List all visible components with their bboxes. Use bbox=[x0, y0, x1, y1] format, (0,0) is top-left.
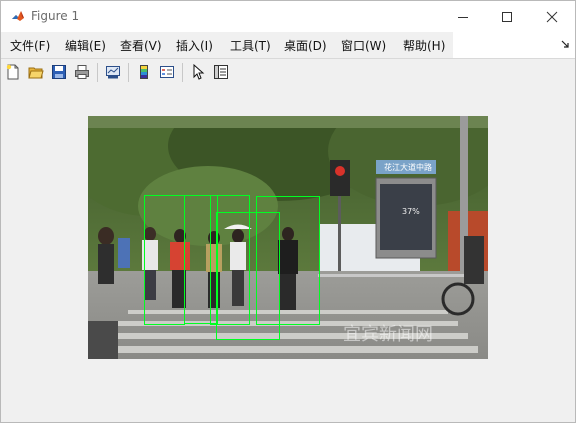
property-inspector-button[interactable] bbox=[212, 63, 230, 81]
open-file-button[interactable] bbox=[27, 63, 45, 81]
detection-box bbox=[144, 195, 185, 325]
insert-legend-button[interactable] bbox=[158, 63, 176, 81]
figure-toolbar bbox=[1, 58, 575, 87]
matlab-logo-icon bbox=[11, 9, 25, 23]
menu-help[interactable]: 帮助(H) bbox=[403, 37, 445, 54]
menu-bar: 文件(F) 编辑(E) 查看(V) 插入(I) 工具(T) 桌面(D) 窗口(W… bbox=[1, 32, 575, 58]
edit-plot-button[interactable] bbox=[189, 63, 207, 81]
insert-colorbar-icon bbox=[140, 65, 148, 79]
figure-canvas[interactable]: 宜宾新闻网 花江大道中路 37% bbox=[1, 86, 575, 422]
edit-plot-pointer-icon bbox=[193, 64, 205, 80]
dock-arrow-icon[interactable] bbox=[561, 40, 569, 48]
window-title: Figure 1 bbox=[31, 9, 80, 23]
billboard-text: 37% bbox=[402, 207, 420, 216]
property-inspector-icon bbox=[214, 65, 228, 79]
toolbar-separator bbox=[97, 63, 98, 82]
new-figure-icon bbox=[6, 64, 19, 80]
maximize-icon bbox=[502, 11, 512, 22]
menu-file[interactable]: 文件(F) bbox=[10, 37, 50, 54]
close-icon bbox=[546, 11, 558, 22]
toolbar-separator bbox=[128, 63, 129, 82]
save-button[interactable] bbox=[50, 63, 68, 81]
menu-edit[interactable]: 编辑(E) bbox=[65, 37, 106, 54]
figure-window: Figure 1 文件(F) 编辑(E) 查看(V) 插入(I) 工具(T) 桌… bbox=[0, 0, 576, 423]
new-figure-button[interactable] bbox=[4, 63, 22, 81]
menu-desktop[interactable]: 桌面(D) bbox=[284, 37, 327, 54]
detection-image[interactable]: 宜宾新闻网 花江大道中路 37% bbox=[68, 91, 508, 359]
street-sign-text: 花江大道中路 bbox=[384, 162, 432, 172]
minimize-icon bbox=[458, 16, 468, 18]
menu-insert[interactable]: 插入(I) bbox=[176, 37, 213, 54]
link-plot-icon bbox=[106, 66, 120, 79]
maximize-button[interactable] bbox=[484, 1, 530, 32]
print-button[interactable] bbox=[73, 63, 91, 81]
insert-legend-icon bbox=[160, 66, 174, 78]
close-button[interactable] bbox=[529, 1, 575, 32]
insert-colorbar-button[interactable] bbox=[135, 63, 153, 81]
title-bar[interactable]: Figure 1 bbox=[1, 1, 575, 32]
detection-box bbox=[256, 196, 320, 325]
minimize-button[interactable] bbox=[440, 1, 486, 32]
print-icon bbox=[75, 65, 89, 79]
watermark-text: 宜宾新闻网 bbox=[343, 324, 433, 345]
open-file-icon bbox=[28, 67, 44, 79]
toolbar-separator bbox=[182, 63, 183, 82]
menu-window[interactable]: 窗口(W) bbox=[341, 37, 386, 54]
save-icon bbox=[52, 65, 66, 79]
menu-tools[interactable]: 工具(T) bbox=[230, 37, 271, 54]
link-plot-button[interactable] bbox=[104, 63, 122, 81]
menu-view[interactable]: 查看(V) bbox=[120, 37, 162, 54]
menu-bar-filler bbox=[453, 32, 575, 58]
